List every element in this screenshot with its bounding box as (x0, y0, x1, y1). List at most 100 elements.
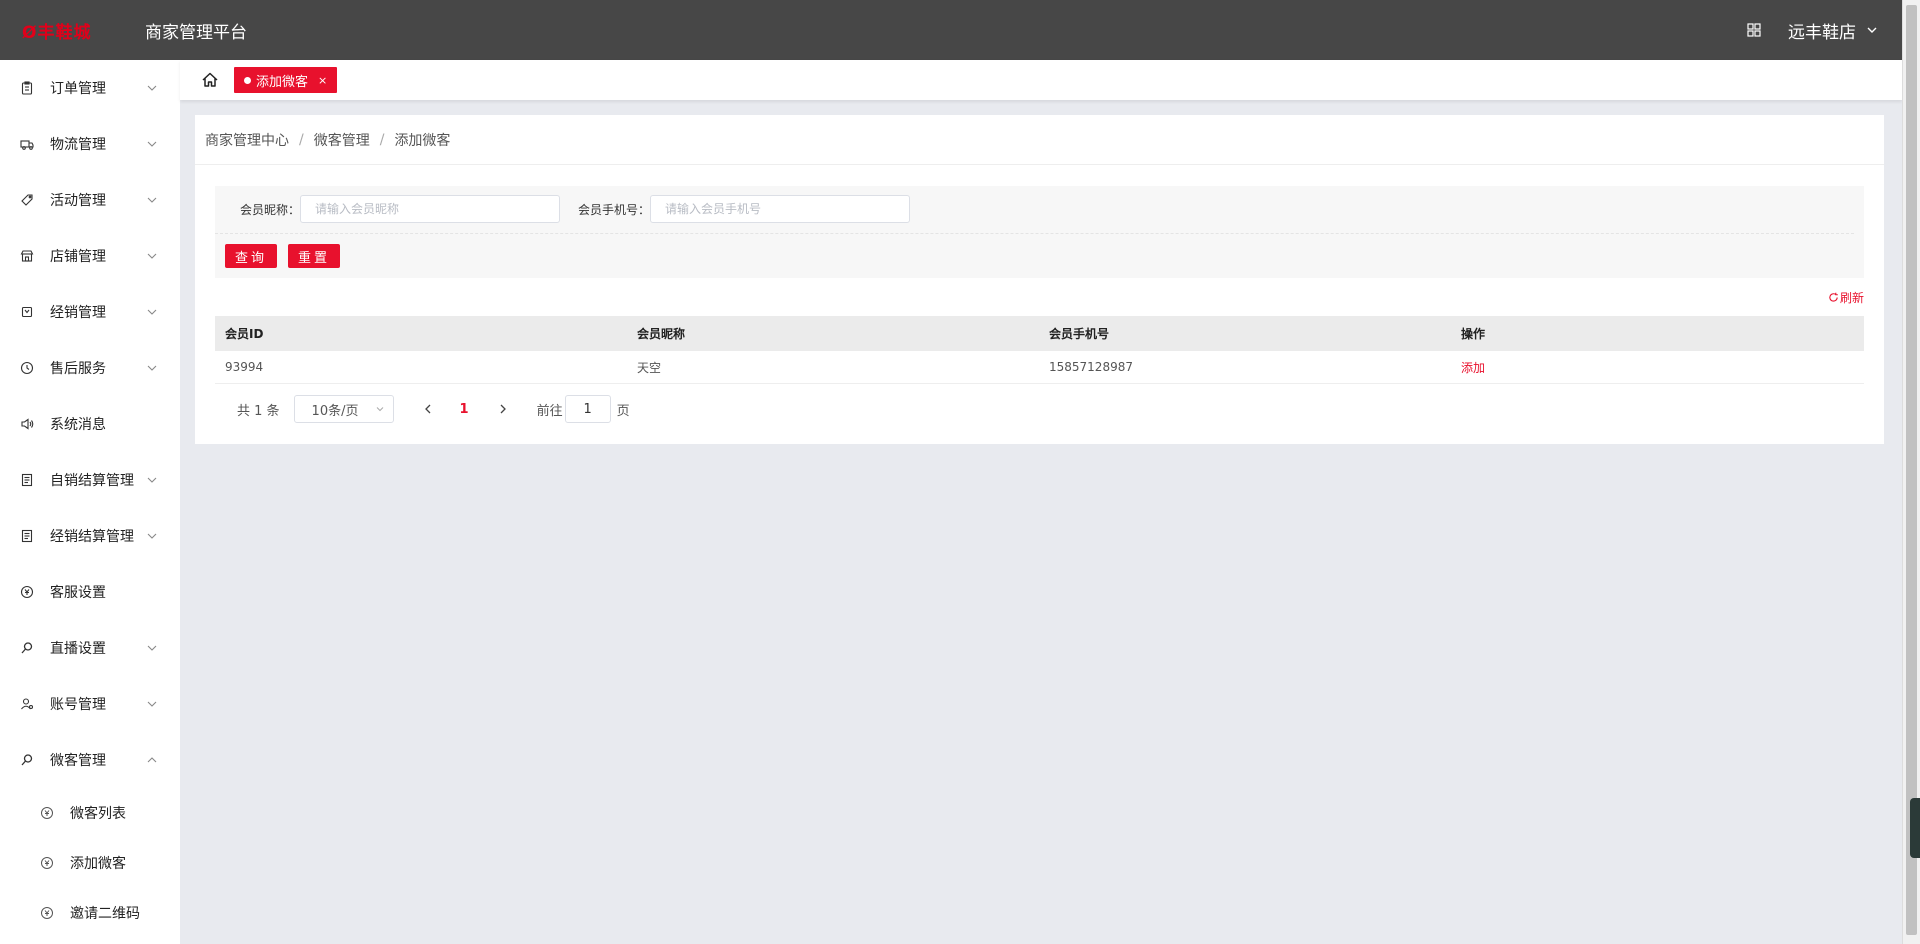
sidebar-item-label: 物流管理 (50, 137, 106, 153)
sidebar-item-logistics[interactable]: 物流管理 (0, 116, 180, 172)
chevron-down-icon (146, 362, 158, 374)
search-icon (20, 641, 34, 655)
platform-title: 商家管理平台 (145, 22, 247, 43)
sidebar: 订单管理 物流管理 活动管理 店铺管理 经销管理 售后服务 系统消息 自销结算管… (0, 60, 180, 944)
page-size-value: 10条/页 (311, 403, 359, 419)
page-number-current[interactable]: 1 (460, 402, 469, 417)
shop-icon (20, 249, 34, 263)
sidebar-item-label: 活动管理 (50, 193, 106, 209)
nickname-label: 会员昵称： (240, 202, 301, 217)
scrollbar-thumb[interactable] (1906, 5, 1917, 935)
sidebar-item-label: 系统消息 (50, 417, 106, 433)
breadcrumb-separator: / (379, 131, 385, 148)
user-icon (20, 697, 34, 711)
tab-label: 添加微客 (256, 74, 309, 90)
total-count: 共 1 条 (237, 403, 280, 419)
sidebar-item-distribution-settlement[interactable]: 经销结算管理 (0, 508, 180, 564)
sidebar-item-live-settings[interactable]: 直播设置 (0, 620, 180, 676)
chevron-down-icon[interactable] (1866, 24, 1878, 36)
refresh-icon (1828, 292, 1839, 303)
chevron-down-icon (146, 474, 158, 486)
table-header: 会员ID 会员昵称 会员手机号 操作 (215, 316, 1864, 351)
refresh-label: 刷新 (1839, 291, 1864, 305)
chevron-down-icon (146, 138, 158, 150)
document-icon (20, 529, 34, 543)
truck-icon (20, 137, 34, 151)
filter-divider (215, 233, 1854, 234)
store-menu[interactable]: 远丰鞋店 (1746, 18, 1878, 43)
cell-nickname: 天空 (637, 360, 662, 375)
brand-logo[interactable]: Ø丰鞋城 (22, 18, 125, 43)
page-size-select[interactable]: 10条/页 (293, 395, 394, 423)
sidebar-item-label: 店铺管理 (50, 249, 106, 265)
top-navbar: Ø丰鞋城 商家管理平台 远丰鞋店 (0, 0, 1902, 60)
coin-icon (40, 806, 54, 820)
sidebar-item-label: 经销管理 (50, 305, 106, 321)
sidebar-subitem-label: 微客列表 (70, 806, 126, 822)
sidebar-item-distribution[interactable]: 经销管理 (0, 284, 180, 340)
column-header: 会员昵称 (637, 327, 686, 341)
active-dot-icon (244, 76, 251, 84)
floating-side-widget[interactable] (1910, 798, 1920, 858)
nickname-input[interactable] (300, 195, 561, 223)
sidebar-item-after-sales[interactable]: 售后服务 (0, 340, 180, 396)
bag-icon (20, 305, 34, 319)
sidebar-item-label: 售后服务 (50, 361, 106, 377)
sidebar-subitem-label: 邀请二维码 (70, 906, 140, 922)
refresh-button[interactable]: 刷新 (1828, 289, 1864, 306)
filter-panel: 会员昵称： 会员手机号： 查询 重置 (215, 186, 1864, 278)
table-row: 93994 天空 15857128987 添加 (215, 351, 1864, 384)
sidebar-subitem-invite-qrcode[interactable]: 邀请二维码 (0, 888, 180, 938)
home-icon[interactable] (200, 70, 220, 90)
speaker-icon (20, 417, 34, 431)
chevron-down-icon (146, 194, 158, 206)
breadcrumb: 商家管理中心 / 微客管理 / 添加微客 (195, 115, 1884, 165)
goto-label: 前往 (536, 403, 563, 419)
reset-button[interactable]: 重置 (288, 244, 341, 268)
coin-icon (20, 585, 34, 599)
next-page-icon[interactable] (497, 403, 509, 415)
breadcrumb-item[interactable]: 微客管理 (314, 130, 370, 150)
column-header: 会员ID (225, 327, 264, 341)
tag-icon (20, 193, 34, 207)
qrcode-grid-icon[interactable] (1746, 22, 1762, 38)
sidebar-item-customer-service[interactable]: 客服设置 (0, 564, 180, 620)
add-member-link[interactable]: 添加 (1451, 359, 1863, 376)
sidebar-item-weike[interactable]: 微客管理 (0, 732, 180, 788)
chevron-down-icon (146, 698, 158, 710)
breadcrumb-separator: / (299, 131, 304, 148)
tab-bar: 添加微客 × (180, 60, 1902, 100)
sidebar-subitem-weike-list[interactable]: 微客列表 (0, 788, 180, 838)
sidebar-item-label: 直播设置 (50, 641, 106, 657)
sidebar-item-self-settlement[interactable]: 自销结算管理 (0, 452, 180, 508)
goto-page-input[interactable] (564, 395, 611, 423)
content-card: 商家管理中心 / 微客管理 / 添加微客 会员昵称： 会员手机号： 查询 重置 … (195, 115, 1884, 444)
document-icon (20, 473, 34, 487)
store-name[interactable]: 远丰鞋店 (1788, 18, 1856, 43)
sidebar-item-label: 经销结算管理 (50, 529, 134, 545)
prev-page-icon[interactable] (422, 403, 434, 415)
sidebar-subitem-add-weike[interactable]: 添加微客 (0, 838, 180, 888)
chevron-down-icon (146, 82, 158, 94)
page-unit-label: 页 (616, 403, 630, 419)
breadcrumb-item[interactable]: 商家管理中心 (205, 130, 289, 150)
sidebar-item-orders[interactable]: 订单管理 (0, 60, 180, 116)
sidebar-item-messages[interactable]: 系统消息 (0, 396, 180, 452)
sidebar-item-accounts[interactable]: 账号管理 (0, 676, 180, 732)
tab-add-weike[interactable]: 添加微客 × (234, 67, 338, 93)
close-icon[interactable]: × (318, 74, 327, 87)
cell-phone: 15857128987 (1049, 360, 1133, 374)
coin-icon (40, 906, 54, 920)
clock-icon (20, 361, 34, 375)
chevron-down-icon (146, 306, 158, 318)
phone-input[interactable] (650, 195, 911, 223)
sidebar-item-shop[interactable]: 店铺管理 (0, 228, 180, 284)
sidebar-subitem-label: 添加微客 (70, 856, 126, 872)
phone-label: 会员手机号： (578, 202, 651, 217)
column-header: 会员手机号 (1049, 327, 1110, 341)
search-icon (20, 753, 34, 767)
search-button[interactable]: 查询 (225, 244, 278, 268)
chevron-down-icon (146, 642, 158, 654)
sidebar-item-activities[interactable]: 活动管理 (0, 172, 180, 228)
sidebar-item-label: 订单管理 (50, 81, 106, 97)
